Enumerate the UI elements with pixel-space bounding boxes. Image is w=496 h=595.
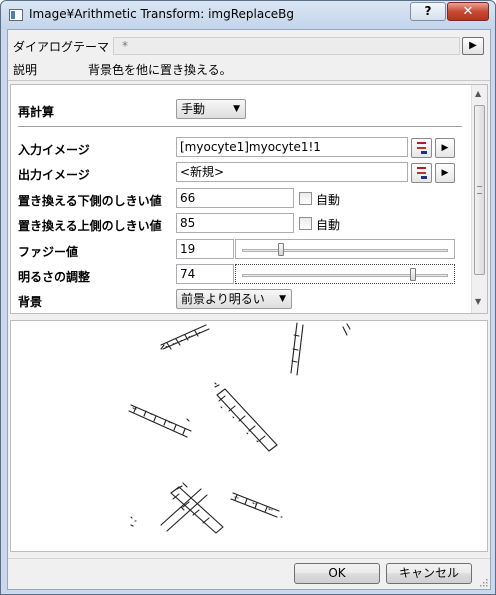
chevron-down-icon: ▼: [233, 104, 240, 114]
title-bar[interactable]: Image¥Arithmetic Transform: imgReplaceBg…: [1, 1, 495, 29]
slider-track: [242, 274, 448, 277]
recalc-value: 手動: [181, 102, 206, 116]
ok-button[interactable]: OK: [294, 563, 380, 584]
brightness-slider-thumb[interactable]: [409, 268, 416, 281]
lower-threshold-auto-label: 自動: [316, 193, 341, 207]
divider: [8, 558, 490, 559]
lower-threshold-row: 置き換える下側のしきい値 66 自動: [11, 188, 469, 210]
cancel-button[interactable]: キャンセル: [386, 563, 472, 584]
divider: [8, 80, 490, 81]
lower-threshold-field[interactable]: 66: [176, 188, 294, 208]
background-label: 背景: [18, 295, 43, 309]
upper-threshold-field[interactable]: 85: [176, 213, 294, 233]
window-title: Image¥Arithmetic Transform: imgReplaceBg: [29, 7, 295, 21]
recalc-dropdown[interactable]: 手動 ▼: [176, 99, 246, 119]
theme-label: ダイアログテーマ: [13, 40, 110, 54]
brightness-slider[interactable]: [235, 264, 455, 284]
fuzzy-slider[interactable]: [235, 239, 455, 259]
background-dropdown[interactable]: 前景より明るい ▼: [176, 289, 292, 309]
brightness-row: 明るさの調整 74: [11, 264, 469, 286]
app-icon: [9, 9, 23, 21]
input-image-row: 入力イメージ [myocyte1]myocyte1!1 ▶: [11, 137, 469, 159]
fuzzy-row: ファジー値 19: [11, 239, 469, 261]
theme-menu-button[interactable]: ▶: [462, 37, 484, 55]
dialog-window: Image¥Arithmetic Transform: imgReplaceBg…: [0, 0, 496, 595]
recalc-label: 再計算: [18, 105, 55, 119]
close-button[interactable]: ✕: [447, 2, 489, 21]
settings-scrollbar[interactable]: ▲ ▼: [471, 85, 487, 313]
theme-field[interactable]: *: [113, 37, 460, 55]
output-image-label: 出力イメージ: [18, 168, 90, 182]
image-preview: [10, 320, 488, 552]
resize-grip-icon[interactable]: [478, 577, 488, 587]
output-image-row: 出力イメージ <新規> ▶: [11, 162, 469, 184]
upper-threshold-auto-checkbox[interactable]: [299, 217, 312, 230]
description-label: 説明: [13, 63, 38, 77]
lower-threshold-auto-checkbox[interactable]: [299, 192, 312, 205]
scroll-up-icon[interactable]: ▲: [475, 89, 481, 98]
brightness-label: 明るさの調整: [18, 270, 91, 284]
fuzzy-field[interactable]: 19: [176, 239, 234, 259]
chevron-down-icon: ▼: [279, 294, 286, 304]
dialog-body: ダイアログテーマ * ▶ 説明 背景色を他に置き換える。 再計算 手動 ▼ 入力…: [7, 29, 491, 590]
theme-row: ダイアログテーマ * ▶: [8, 30, 490, 58]
upper-threshold-auto-label: 自動: [316, 218, 341, 232]
settings-panel: 再計算 手動 ▼ 入力イメージ [myocyte1]myocyte1!1 ▶ 出…: [10, 84, 488, 314]
scroll-thumb[interactable]: [474, 105, 485, 275]
scroll-down-icon[interactable]: ▼: [475, 297, 481, 306]
help-button[interactable]: ?: [410, 2, 446, 21]
preview-cells-image: [128, 322, 351, 534]
upper-threshold-row: 置き換える上側のしきい値 85 自動: [11, 213, 469, 235]
description-text: 背景色を他に置き換える。: [88, 63, 232, 77]
input-image-label: 入力イメージ: [18, 143, 90, 157]
fuzzy-label: ファジー値: [18, 245, 79, 259]
input-image-menu-button[interactable]: ▶: [435, 138, 455, 158]
fuzzy-slider-thumb[interactable]: [278, 243, 285, 256]
output-image-menu-button[interactable]: ▶: [435, 163, 455, 183]
recalc-row: 再計算 手動 ▼: [11, 99, 469, 121]
input-image-picker-icon[interactable]: [411, 138, 432, 158]
background-value: 前景より明るい: [181, 292, 265, 306]
section-divider: [18, 126, 462, 127]
lower-threshold-label: 置き換える下側のしきい値: [18, 194, 162, 208]
upper-threshold-label: 置き換える上側のしきい値: [18, 219, 162, 233]
brightness-field[interactable]: 74: [176, 264, 234, 284]
output-image-picker-icon[interactable]: [411, 163, 432, 183]
background-row: 背景 前景より明るい ▼: [11, 289, 469, 311]
output-image-field[interactable]: <新規>: [176, 162, 408, 182]
slider-track: [242, 249, 448, 252]
input-image-field[interactable]: [myocyte1]myocyte1!1: [176, 137, 408, 157]
